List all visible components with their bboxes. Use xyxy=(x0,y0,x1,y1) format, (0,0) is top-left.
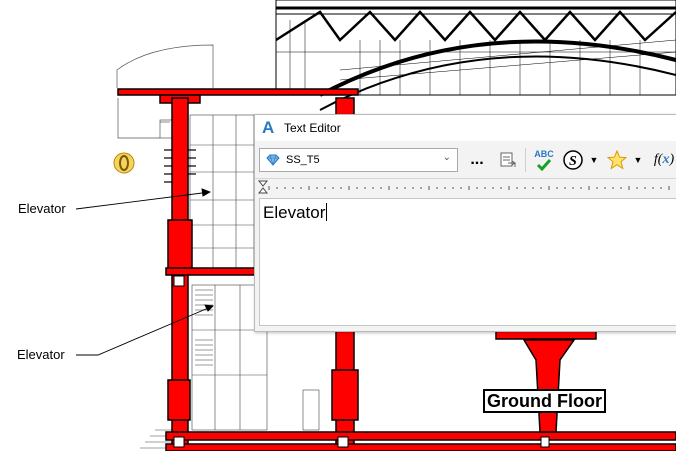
indent-marker-icon xyxy=(257,180,269,194)
ruler-ticks xyxy=(257,180,670,194)
text-edit-area[interactable]: Elevator xyxy=(259,198,676,326)
text-style-value: SS_T5 xyxy=(286,154,320,166)
elevator-annotation-upper[interactable]: Elevator xyxy=(18,201,66,216)
ground-floor-label[interactable]: Ground Floor xyxy=(483,389,606,413)
symbol-button[interactable]: S xyxy=(561,148,585,172)
text-style-gem-icon xyxy=(266,154,280,166)
formula-button[interactable]: f(x) xyxy=(651,148,676,172)
spellcheck-label: ABC xyxy=(534,148,554,159)
text-editor-titlebar[interactable]: A Text Editor xyxy=(255,115,676,141)
favorites-button[interactable] xyxy=(605,148,629,172)
text-editor-title: Text Editor xyxy=(284,121,341,135)
elevator-annotation-lower[interactable]: Elevator xyxy=(17,347,65,362)
text-editor-app-icon: A xyxy=(262,118,275,137)
svg-text:S: S xyxy=(569,154,577,169)
favorites-star-icon xyxy=(607,150,627,170)
favorites-dropdown-arrow[interactable]: ▼ xyxy=(633,148,643,172)
symbol-dropdown-arrow[interactable]: ▼ xyxy=(589,148,599,172)
spellcheck-icon xyxy=(536,158,552,171)
text-editor-toolbar: SS_T5 ⌄ ... ABC S ▼ ▼ f(x) xyxy=(255,142,676,178)
symbol-icon: S xyxy=(563,150,583,170)
stair-hatching xyxy=(195,289,213,366)
text-ruler[interactable] xyxy=(255,178,676,195)
text-caret xyxy=(326,203,328,221)
text-style-select[interactable]: SS_T5 ⌄ xyxy=(259,148,458,172)
spellcheck-button[interactable]: ABC xyxy=(531,148,557,172)
text-editor-panel[interactable]: A Text Editor SS_T5 ⌄ ... ABC S ▼ ▼ f(x)… xyxy=(254,114,676,332)
more-options-button[interactable]: ... xyxy=(467,148,487,172)
orbit-icon[interactable] xyxy=(113,152,135,174)
import-text-button[interactable] xyxy=(497,148,519,172)
import-text-icon xyxy=(500,152,516,167)
toolbar-separator xyxy=(525,148,526,172)
formula-icon: f(x) xyxy=(653,152,675,167)
text-edit-content[interactable]: Elevator xyxy=(263,203,328,223)
chevron-down-icon: ⌄ xyxy=(442,152,451,163)
